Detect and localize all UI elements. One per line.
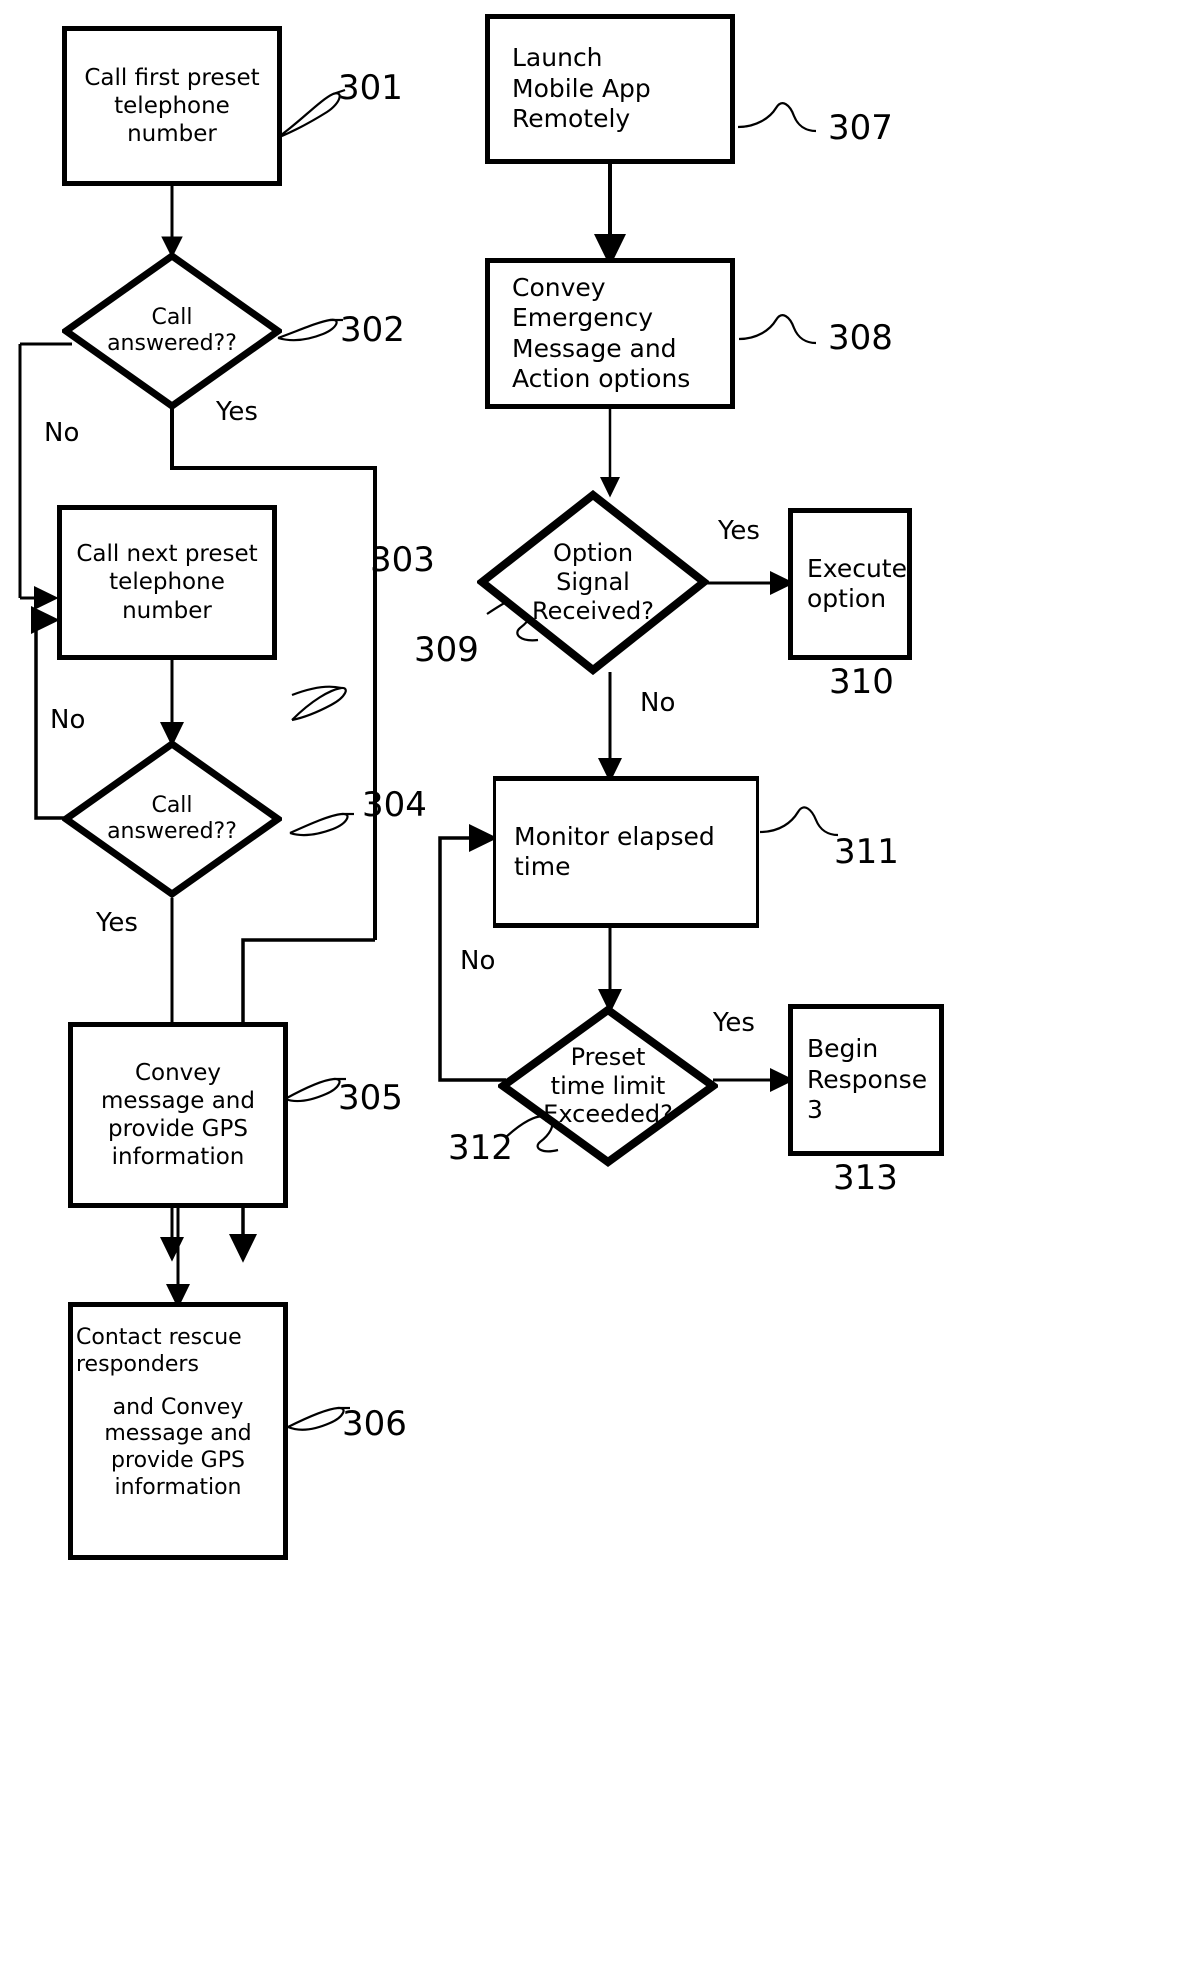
node-306-text-top: Contact rescue responders	[76, 1325, 242, 1377]
edge-label-302-no: No	[44, 418, 80, 448]
node-304-text: Call answered??	[107, 792, 237, 844]
node-302-call-answered[interactable]: Call answered??	[62, 252, 282, 410]
node-307-launch-mobile-app[interactable]: Launch Mobile App Remotely	[485, 14, 735, 164]
node-301-text: Call first preset telephone number	[84, 64, 260, 148]
node-303-call-next-preset-number[interactable]: Call next preset telephone number	[57, 505, 277, 660]
node-313-text: Begin Response 3	[807, 1034, 928, 1125]
ref-302: 302	[340, 310, 405, 350]
ref-301: 301	[338, 68, 403, 108]
ref-312: 312	[448, 1128, 513, 1168]
node-311-text: Monitor elapsed time	[514, 821, 715, 882]
node-313-begin-response-3[interactable]: Begin Response 3	[788, 1004, 944, 1156]
node-305-text: Convey message and provide GPS informati…	[101, 1059, 255, 1171]
ref-311: 311	[834, 832, 899, 872]
node-309-text: Option Signal Received?	[532, 539, 654, 625]
node-309-option-signal-received[interactable]: Option Signal Received?	[477, 490, 709, 675]
ref-310: 310	[829, 662, 894, 702]
node-307-text: Launch Mobile App Remotely	[512, 43, 651, 134]
ref-308: 308	[828, 318, 893, 358]
node-306-contact-rescue-responders[interactable]: Contact rescue responders and Convey mes…	[68, 1302, 288, 1560]
node-311-monitor-elapsed-time[interactable]: Monitor elapsed time	[493, 776, 759, 928]
node-312-text: Preset time limit Exceeded?	[543, 1042, 673, 1129]
edge-label-302-yes: Yes	[216, 397, 258, 427]
node-308-convey-emergency-message[interactable]: Convey Emergency Message and Action opti…	[485, 258, 735, 409]
node-310-text: Execute option	[807, 553, 907, 614]
node-310-execute-option[interactable]: Execute option	[788, 508, 912, 660]
edge-label-309-yes: Yes	[718, 516, 760, 546]
node-312-preset-time-limit-exceeded[interactable]: Preset time limit Exceeded?	[498, 1005, 718, 1167]
ref-304: 304	[362, 785, 427, 825]
node-304-call-answered[interactable]: Call answered??	[62, 740, 282, 898]
ref-306: 306	[342, 1404, 407, 1444]
node-302-text: Call answered??	[107, 304, 237, 356]
ref-313: 313	[833, 1158, 898, 1198]
node-306-text: and Convey message and provide GPS infor…	[104, 1394, 252, 1501]
edge-label-312-yes: Yes	[713, 1008, 755, 1038]
node-308-text: Convey Emergency Message and Action opti…	[512, 272, 691, 394]
node-305-convey-message-gps[interactable]: Convey message and provide GPS informati…	[68, 1022, 288, 1208]
edge-label-309-no: No	[640, 688, 676, 718]
ref-303: 303	[370, 540, 435, 580]
ref-305: 305	[338, 1078, 403, 1118]
edge-label-312-no: No	[460, 946, 496, 976]
ref-307: 307	[828, 108, 893, 148]
node-301-call-first-preset-number[interactable]: Call first preset telephone number	[62, 26, 282, 186]
ref-309: 309	[414, 630, 479, 670]
edge-label-304-yes: Yes	[96, 908, 138, 938]
edge-label-304-no: No	[50, 705, 86, 735]
node-303-text: Call next preset telephone number	[76, 541, 258, 624]
flowchart-canvas: Call first preset telephone number 301 C…	[0, 0, 1201, 1969]
